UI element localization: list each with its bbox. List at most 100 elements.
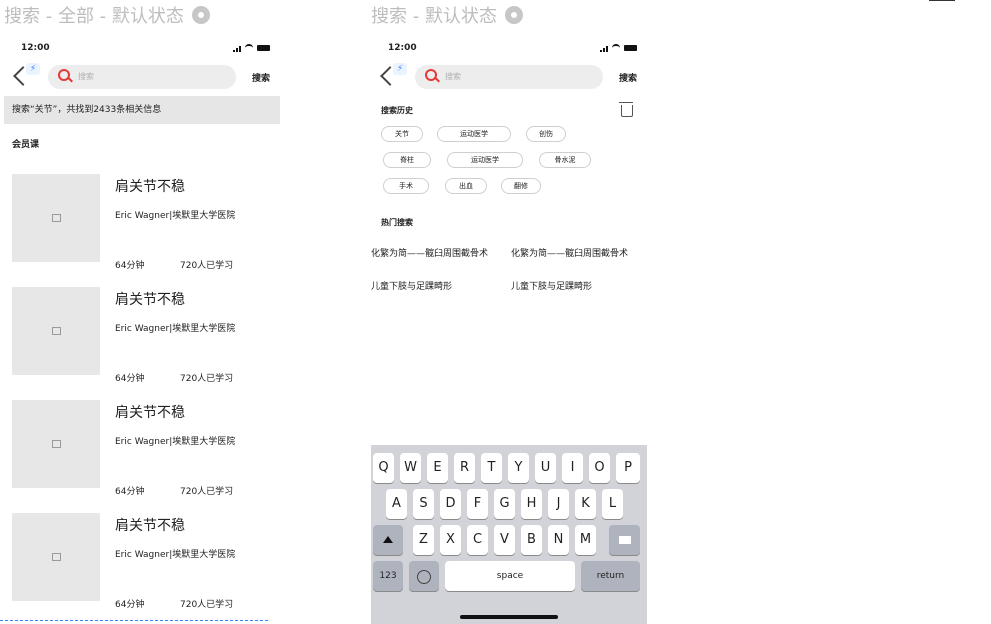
history-chip[interactable]: 手术 — [383, 178, 429, 194]
course-learners: 720人已学习 — [180, 374, 234, 384]
course-thumbnail — [12, 513, 100, 601]
course-thumbnail — [12, 174, 100, 262]
course-card[interactable]: 肩关节不稳 Eric Wagner|埃默里大学医院 64分钟 720人已学习 — [4, 513, 280, 623]
signal-icon — [233, 45, 241, 52]
history-chip[interactable]: 运动医学 — [437, 126, 511, 142]
key-g[interactable]: G — [494, 489, 515, 519]
search-input[interactable]: 搜索 — [415, 65, 603, 89]
page-title-text: 搜索 - 默认状态 — [371, 6, 497, 27]
home-indicator — [460, 615, 558, 619]
course-author: Eric Wagner|埃默里大学医院 — [115, 211, 236, 221]
battery-icon — [624, 45, 637, 51]
course-thumbnail — [12, 400, 100, 488]
key-f[interactable]: F — [467, 489, 488, 519]
image-placeholder-icon — [52, 553, 61, 561]
image-placeholder-icon — [52, 214, 61, 222]
key-w[interactable]: W — [400, 453, 421, 483]
history-chip[interactable]: 翻修 — [501, 178, 541, 194]
key-l[interactable]: L — [602, 489, 623, 519]
history-chip[interactable]: 创伤 — [526, 126, 566, 142]
course-card[interactable]: 肩关节不稳 Eric Wagner|埃默里大学医院 64分钟 720人已学习 — [4, 174, 280, 284]
course-title: 肩关节不稳 — [115, 292, 185, 308]
key-c[interactable]: C — [467, 525, 488, 555]
key-d[interactable]: D — [440, 489, 461, 519]
phone-search-results: 12:00 ⚡ 搜索 搜索 搜索“关节”，共找到2433条相关信息 会员课 肩关… — [4, 33, 280, 624]
key-u[interactable]: U — [535, 453, 556, 483]
key-y[interactable]: Y — [508, 453, 529, 483]
hot-search-item[interactable]: 儿童下肢与足踝畸形 — [511, 282, 643, 293]
gear-icon[interactable] — [504, 6, 523, 24]
key-s[interactable]: S — [413, 489, 434, 519]
search-button[interactable]: 搜索 — [619, 71, 637, 84]
search-icon — [58, 69, 70, 81]
key-o[interactable]: O — [589, 453, 610, 483]
status-time: 12:00 — [388, 43, 417, 53]
search-placeholder: 搜索 — [445, 72, 461, 81]
key-i[interactable]: I — [562, 453, 583, 483]
bolt-badge-icon: ⚡ — [393, 63, 407, 75]
emoji-key[interactable] — [409, 561, 439, 591]
key-h[interactable]: H — [521, 489, 542, 519]
key-e[interactable]: E — [427, 453, 448, 483]
key-p[interactable]: P — [616, 453, 640, 483]
search-nav: ⚡ 搜索 搜索 — [4, 63, 280, 93]
key-t[interactable]: T — [481, 453, 502, 483]
history-chip[interactable]: 出血 — [445, 178, 487, 194]
key-q[interactable]: Q — [373, 453, 394, 483]
course-card[interactable]: 肩关节不稳 Eric Wagner|埃默里大学医院 64分钟 720人已学习 — [4, 287, 280, 397]
hot-search-item[interactable]: 化繁为简——髋臼周围截骨术 — [511, 249, 643, 260]
status-bar: 12:00 — [4, 33, 280, 63]
key-b[interactable]: B — [521, 525, 542, 555]
search-icon — [425, 69, 437, 81]
search-button[interactable]: 搜索 — [252, 71, 270, 84]
course-duration: 64分钟 — [115, 261, 145, 271]
screen: 12:00 ⚡ 搜索 搜索 搜索“关节”，共找到2433条相关信息 会员课 肩关… — [4, 33, 280, 624]
selection-dashed-border — [0, 620, 268, 621]
course-title: 肩关节不稳 — [115, 405, 185, 421]
key-r[interactable]: R — [454, 453, 475, 483]
history-chip[interactable]: 脊柱 — [383, 152, 431, 168]
course-learners: 720人已学习 — [180, 261, 234, 271]
return-key[interactable]: return — [581, 561, 640, 591]
key-z[interactable]: Z — [413, 525, 434, 555]
course-duration: 64分钟 — [115, 374, 145, 384]
space-key[interactable]: space — [445, 561, 575, 591]
status-bar: 12:00 — [371, 33, 647, 63]
shift-key[interactable] — [373, 525, 403, 555]
course-thumbnail — [12, 287, 100, 375]
status-time: 12:00 — [21, 43, 50, 53]
key-x[interactable]: X — [440, 525, 461, 555]
history-chip[interactable]: 关节 — [381, 126, 423, 142]
search-nav: ⚡ 搜索 搜索 — [371, 63, 647, 93]
hot-search-item[interactable]: 儿童下肢与足踝畸形 — [371, 282, 509, 293]
image-placeholder-icon — [52, 440, 61, 448]
trash-icon[interactable] — [619, 102, 633, 117]
wifi-icon — [245, 44, 253, 52]
course-author: Eric Wagner|埃默里大学医院 — [115, 437, 236, 447]
key-n[interactable]: N — [548, 525, 569, 555]
key-v[interactable]: V — [494, 525, 515, 555]
key-a[interactable]: A — [386, 489, 407, 519]
emoji-icon — [417, 570, 431, 584]
gear-icon[interactable] — [191, 6, 210, 24]
signal-icon — [600, 45, 608, 52]
keyboard: Q W E R T Y U I O P A S D F G H J K L Z … — [371, 445, 647, 624]
hot-search-item[interactable]: 化繁为简——髋臼周围截骨术 — [371, 249, 509, 260]
key-m[interactable]: M — [575, 525, 596, 555]
image-placeholder-icon — [52, 327, 61, 335]
section-title-member-courses: 会员课 — [12, 140, 40, 150]
course-duration: 64分钟 — [115, 600, 145, 610]
backspace-icon — [618, 536, 631, 544]
numbers-key[interactable]: 123 — [373, 561, 403, 591]
course-duration: 64分钟 — [115, 487, 145, 497]
delete-key[interactable] — [609, 525, 640, 555]
course-title: 肩关节不稳 — [115, 518, 185, 534]
search-input[interactable]: 搜索 — [48, 65, 236, 89]
key-j[interactable]: J — [548, 489, 569, 519]
history-chip[interactable]: 运动医学 — [447, 152, 523, 168]
history-chip[interactable]: 骨水泥 — [539, 152, 591, 168]
key-k[interactable]: K — [575, 489, 596, 519]
page-title-search-all: 搜索 - 全部 - 默认状态 — [4, 2, 210, 28]
wifi-icon — [612, 44, 620, 52]
course-card[interactable]: 肩关节不稳 Eric Wagner|埃默里大学医院 64分钟 720人已学习 — [4, 400, 280, 510]
